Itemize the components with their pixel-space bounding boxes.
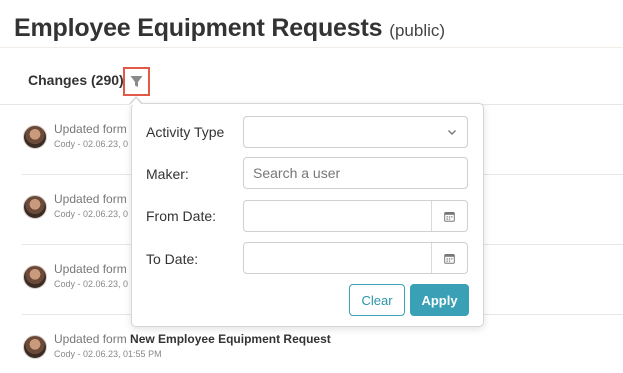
filter-popover: Activity Type Maker: Search a user From … <box>131 103 484 327</box>
page: Employee Equipment Requests (public) Cha… <box>0 0 623 373</box>
page-title-row: Employee Equipment Requests (public) <box>14 14 445 43</box>
calendar-icon <box>444 211 455 222</box>
activity-action: Updated form <box>54 332 127 346</box>
to-date-calendar-button[interactable] <box>431 243 467 273</box>
maker-search-input[interactable]: Search a user <box>243 157 468 189</box>
from-date-input[interactable] <box>243 200 468 232</box>
activity-meta: Cody - 02.06.23, 0 <box>54 139 129 149</box>
funnel-icon <box>130 76 143 87</box>
activity-text: Updated form <box>54 192 127 206</box>
activity-type-label: Activity Type <box>146 124 225 140</box>
page-title: Employee Equipment Requests <box>14 14 383 42</box>
to-date-label: To Date: <box>146 251 199 267</box>
activity-action: Updated form <box>54 262 127 276</box>
chevron-down-icon <box>448 130 456 135</box>
avatar <box>23 195 47 219</box>
from-date-calendar-button[interactable] <box>431 201 467 231</box>
avatar <box>23 335 47 359</box>
activity-action: Updated form <box>54 192 127 206</box>
visibility-label: (public) <box>389 21 446 40</box>
activity-text: Updated form New Employee Equipment Requ… <box>54 332 331 346</box>
changes-count-label: Changes (290) <box>28 72 124 88</box>
to-date-input[interactable] <box>243 242 468 274</box>
maker-label: Maker: <box>146 166 189 182</box>
activity-type-select[interactable] <box>243 116 468 148</box>
activity-text: Updated form <box>54 262 127 276</box>
filter-button[interactable] <box>123 67 150 96</box>
maker-placeholder: Search a user <box>253 165 341 181</box>
activity-action: Updated form <box>54 122 127 136</box>
calendar-icon <box>444 253 455 264</box>
avatar <box>23 265 47 289</box>
activity-meta: Cody - 02.06.23, 0 <box>54 279 129 289</box>
clear-button[interactable]: Clear <box>349 284 405 316</box>
avatar <box>23 125 47 149</box>
popover-arrow-inner <box>130 98 142 105</box>
activity-text: Updated form <box>54 122 127 136</box>
activity-meta: Cody - 02.06.23, 01:55 PM <box>54 349 162 359</box>
activity-meta: Cody - 02.06.23, 0 <box>54 209 129 219</box>
apply-button[interactable]: Apply <box>410 284 469 316</box>
from-date-label: From Date: <box>146 208 217 224</box>
activity-form-link[interactable]: New Employee Equipment Request <box>130 332 331 346</box>
